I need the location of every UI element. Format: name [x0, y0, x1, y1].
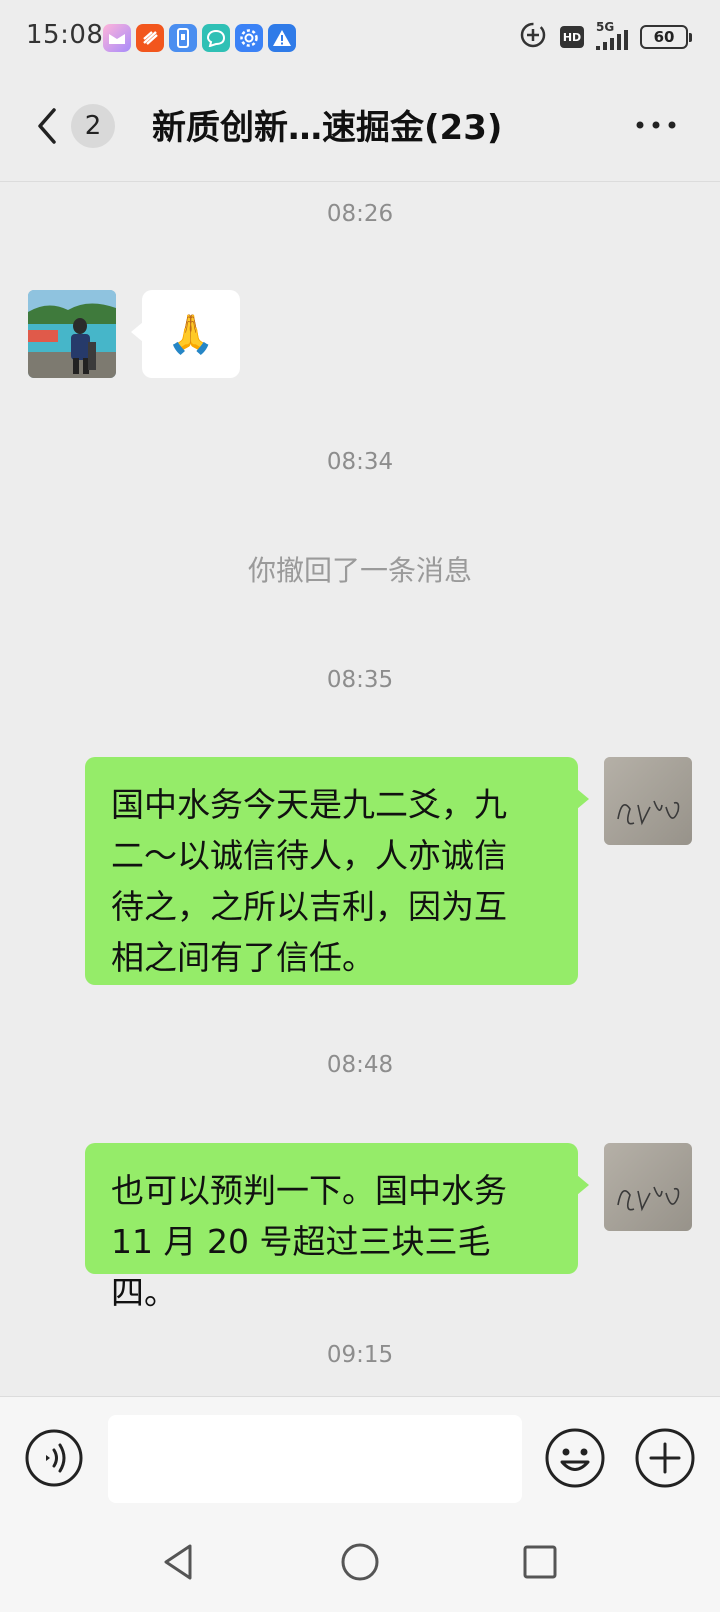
nav-home-button[interactable] — [338, 1540, 382, 1584]
chevron-left-icon — [38, 108, 56, 144]
phone-manager-icon — [169, 24, 197, 52]
unread-count-badge[interactable]: 2 — [71, 104, 115, 148]
nav-back-button[interactable] — [158, 1540, 202, 1584]
message-line: 二～以诚信待人，人亦诚信 — [111, 836, 507, 875]
signal-icon: 5G — [596, 20, 628, 50]
hd-badge: HD — [560, 26, 584, 48]
battery-icon: 60 — [640, 25, 692, 49]
notification-icons — [103, 24, 296, 52]
message-timestamp: 09:15 — [326, 1342, 394, 1368]
sender-avatar[interactable] — [28, 290, 116, 378]
smiley-face-icon — [545, 1428, 605, 1488]
recall-notice: 你撤回了一条消息 — [247, 554, 472, 587]
message-timestamp: 08:34 — [326, 449, 394, 475]
voice-icon — [25, 1429, 83, 1487]
chat-bubble-app-icon — [202, 24, 230, 52]
settings-app-icon — [235, 24, 263, 52]
message-input[interactable] — [108, 1415, 522, 1503]
outgoing-message-bubble[interactable]: 国中水务今天是九二爻，九 二～以诚信待人，人亦诚信 待之，之所以吉利，因为互 相… — [85, 757, 589, 985]
nav-recents-button[interactable] — [518, 1540, 562, 1584]
voice-input-button[interactable] — [24, 1428, 84, 1488]
circle-home-icon — [341, 1543, 379, 1581]
more-options-button[interactable] — [634, 110, 678, 140]
status-time: 15:08 — [26, 20, 104, 50]
more-functions-button[interactable] — [634, 1427, 696, 1489]
message-line: 国中水务今天是九二爻，九 — [111, 785, 507, 824]
plus-icon — [635, 1428, 695, 1488]
chat-header: 2 新质创新…速掘金(23) — [0, 76, 720, 182]
system-icons: HD 5G 60 — [518, 20, 692, 54]
message-timestamp: 08:35 — [326, 667, 394, 693]
incoming-message-bubble[interactable]: 🙏 — [131, 290, 240, 378]
news-app-icon — [136, 24, 164, 52]
more-dots-icon — [636, 121, 676, 129]
chat-title[interactable]: 新质创新…速掘金(23) — [152, 100, 502, 149]
message-line: 待之，之所以吉利，因为互 — [111, 887, 507, 926]
my-avatar[interactable] — [604, 1143, 692, 1231]
message-timestamp: 08:48 — [326, 1052, 394, 1078]
square-recents-icon — [523, 1545, 557, 1579]
data-saver-icon — [518, 20, 548, 54]
outgoing-message-bubble[interactable]: 也可以预判一下。国中水务 11 月 20 号超过三块三毛四。 — [85, 1143, 589, 1312]
mail-app-icon — [103, 24, 131, 52]
message-line: 也可以预判一下。国中水务 — [111, 1171, 507, 1210]
navigation-bar — [0, 1512, 720, 1612]
message-timestamp: 08:26 — [326, 201, 394, 227]
warning-app-icon — [268, 24, 296, 52]
message-line: 11 月 20 号超过三块三毛四。 — [111, 1222, 491, 1312]
input-bar — [0, 1396, 720, 1512]
message-line: 相之间有了信任。 — [111, 938, 375, 977]
network-type: 5G — [596, 20, 615, 34]
emoji-button[interactable] — [544, 1427, 606, 1489]
status-bar: 15:08 HD 5G 60 — [0, 0, 720, 76]
back-button[interactable] — [30, 104, 62, 148]
my-avatar[interactable] — [604, 757, 692, 845]
triangle-back-icon — [164, 1544, 192, 1580]
